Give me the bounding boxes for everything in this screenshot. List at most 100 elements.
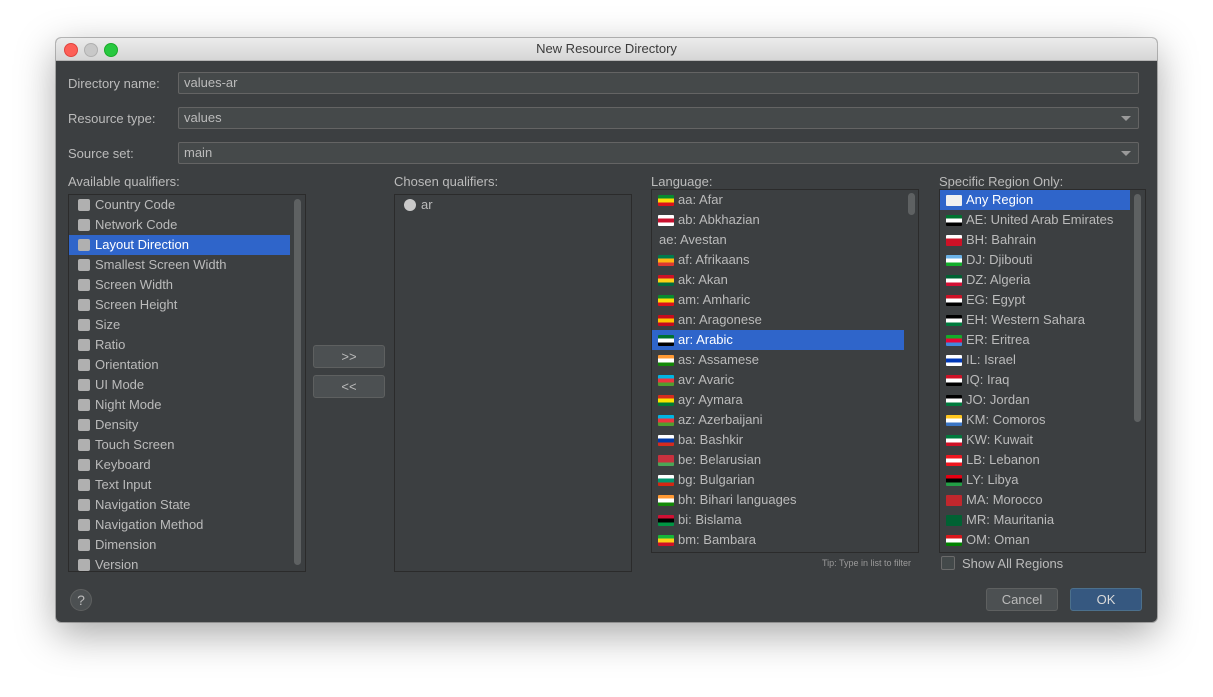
region-item[interactable]: EH: Western Sahara	[940, 310, 1130, 330]
language-item[interactable]: bh: Bihari languages	[652, 490, 904, 510]
available-qualifiers-list[interactable]: Country Code Network Code Layout Direction…	[68, 194, 306, 572]
region-item[interactable]: IQ: Iraq	[940, 370, 1130, 390]
region-item[interactable]: BH: Bahrain	[940, 230, 1130, 250]
flag-icon	[946, 415, 962, 426]
available-qualifier-item[interactable]: Ratio	[69, 335, 290, 355]
region-item[interactable]: IL: Israel	[940, 350, 1130, 370]
language-label: ab: Abkhazian	[678, 212, 760, 227]
language-item[interactable]: av: Avaric	[652, 370, 904, 390]
chosen-qualifiers-list[interactable]: ar	[394, 194, 632, 572]
flag-icon	[946, 535, 962, 546]
available-qualifier-item[interactable]: Text Input	[69, 475, 290, 495]
add-qualifier-button[interactable]: >>	[313, 345, 385, 368]
available-qualifier-item[interactable]: Dimension	[69, 535, 290, 555]
language-list[interactable]: aa: Afar ab: Abkhazian ae: Avestan af: Afri…	[651, 189, 919, 553]
language-item[interactable]: bi: Bislama	[652, 510, 904, 530]
qualifier-label: Screen Height	[95, 297, 178, 312]
region-item[interactable]: Any Region	[940, 190, 1130, 210]
qualifier-label: Dimension	[95, 537, 157, 552]
cancel-button[interactable]: Cancel	[986, 588, 1058, 611]
language-item[interactable]: ae: Avestan	[652, 230, 904, 250]
available-qualifier-item[interactable]: Screen Height	[69, 295, 290, 315]
region-item[interactable]: LB: Lebanon	[940, 450, 1130, 470]
available-qualifier-item[interactable]: Size	[69, 315, 290, 335]
region-label: LY: Libya	[966, 472, 1019, 487]
language-scrollbar[interactable]	[908, 193, 915, 215]
language-item[interactable]: ab: Abkhazian	[652, 210, 904, 230]
region-item[interactable]: MR: Mauritania	[940, 510, 1130, 530]
language-item[interactable]: ba: Bashkir	[652, 430, 904, 450]
zoom-window-icon[interactable]	[104, 43, 118, 57]
minimize-window-icon[interactable]	[84, 43, 98, 57]
available-qualifier-item[interactable]: Network Code	[69, 215, 290, 235]
available-qualifier-item[interactable]: Density	[69, 415, 290, 435]
language-item[interactable]: ay: Aymara	[652, 390, 904, 410]
language-item[interactable]: as: Assamese	[652, 350, 904, 370]
region-item[interactable]: MA: Morocco	[940, 490, 1130, 510]
region-item[interactable]: LY: Libya	[940, 470, 1130, 490]
flag-icon	[658, 475, 674, 486]
available-qualifier-item[interactable]: Screen Width	[69, 275, 290, 295]
language-item[interactable]: bm: Bambara	[652, 530, 904, 550]
chevron-down-icon	[1121, 116, 1131, 121]
language-item[interactable]: aa: Afar	[652, 190, 904, 210]
globe-icon	[404, 199, 416, 211]
language-label: az: Azerbaijani	[678, 412, 763, 427]
available-qualifier-item[interactable]: Country Code	[69, 195, 290, 215]
region-item[interactable]: DZ: Algeria	[940, 270, 1130, 290]
region-list[interactable]: Any Region AE: United Arab Emirates BH: Ba…	[939, 189, 1146, 553]
available-qualifier-item[interactable]: Layout Direction	[69, 235, 290, 255]
directory-name-label: Directory name:	[68, 76, 160, 91]
language-item[interactable]: bg: Bulgarian	[652, 470, 904, 490]
filter-tip: Tip: Type in list to filter	[822, 558, 912, 568]
close-window-icon[interactable]	[64, 43, 78, 57]
specific-region-label: Specific Region Only:	[939, 174, 1064, 189]
available-qualifier-item[interactable]: Orientation	[69, 355, 290, 375]
region-label: EG: Egypt	[966, 292, 1026, 307]
language-item[interactable]: az: Azerbaijani	[652, 410, 904, 430]
available-qualifier-item[interactable]: Smallest Screen Width	[69, 255, 290, 275]
language-item[interactable]: be: Belarusian	[652, 450, 904, 470]
directory-name-field[interactable]: values-ar	[178, 72, 1139, 94]
region-item[interactable]: EG: Egypt	[940, 290, 1130, 310]
available-qualifier-item[interactable]: Version	[69, 555, 290, 571]
language-item[interactable]: an: Aragonese	[652, 310, 904, 330]
available-qualifier-item[interactable]: Navigation Method	[69, 515, 290, 535]
qualifier-label: Touch Screen	[95, 437, 175, 452]
available-qualifiers-label: Available qualifiers:	[68, 174, 180, 189]
region-item[interactable]: ER: Eritrea	[940, 330, 1130, 350]
region-item[interactable]: KM: Comoros	[940, 410, 1130, 430]
flag-icon	[658, 515, 674, 526]
qualifier-label: ar	[421, 197, 433, 212]
help-button[interactable]: ?	[70, 589, 92, 611]
region-item[interactable]: AE: United Arab Emirates	[940, 210, 1130, 230]
region-label: Any Region	[966, 192, 1034, 207]
region-label: EH: Western Sahara	[966, 312, 1085, 327]
language-item[interactable]: ar: Arabic	[652, 330, 904, 350]
ratio-icon	[78, 339, 90, 351]
language-item[interactable]: ak: Akan	[652, 270, 904, 290]
available-qualifier-item[interactable]: Night Mode	[69, 395, 290, 415]
qualifier-label: Density	[95, 417, 139, 432]
flag-icon	[658, 415, 674, 426]
remove-qualifier-button[interactable]: <<	[313, 375, 385, 398]
available-qualifier-item[interactable]: Navigation State	[69, 495, 290, 515]
region-item[interactable]: OM: Oman	[940, 530, 1130, 550]
region-item[interactable]: JO: Jordan	[940, 390, 1130, 410]
available-qualifier-item[interactable]: Keyboard	[69, 455, 290, 475]
region-scrollbar[interactable]	[1134, 194, 1141, 422]
chosen-qualifier-item[interactable]: ar	[395, 195, 630, 215]
region-item[interactable]: KW: Kuwait	[940, 430, 1130, 450]
show-all-regions-checkbox[interactable]	[941, 556, 955, 570]
language-item[interactable]: am: Amharic	[652, 290, 904, 310]
language-item[interactable]: af: Afrikaans	[652, 250, 904, 270]
available-qualifiers-scrollbar[interactable]	[294, 199, 301, 565]
language-label: bi: Bislama	[678, 512, 742, 527]
resource-type-select[interactable]: values	[178, 107, 1139, 129]
source-set-select[interactable]: main	[178, 142, 1139, 164]
screen-width-icon	[78, 279, 90, 291]
region-item[interactable]: DJ: Djibouti	[940, 250, 1130, 270]
available-qualifier-item[interactable]: Touch Screen	[69, 435, 290, 455]
ok-button[interactable]: OK	[1070, 588, 1142, 611]
available-qualifier-item[interactable]: UI Mode	[69, 375, 290, 395]
